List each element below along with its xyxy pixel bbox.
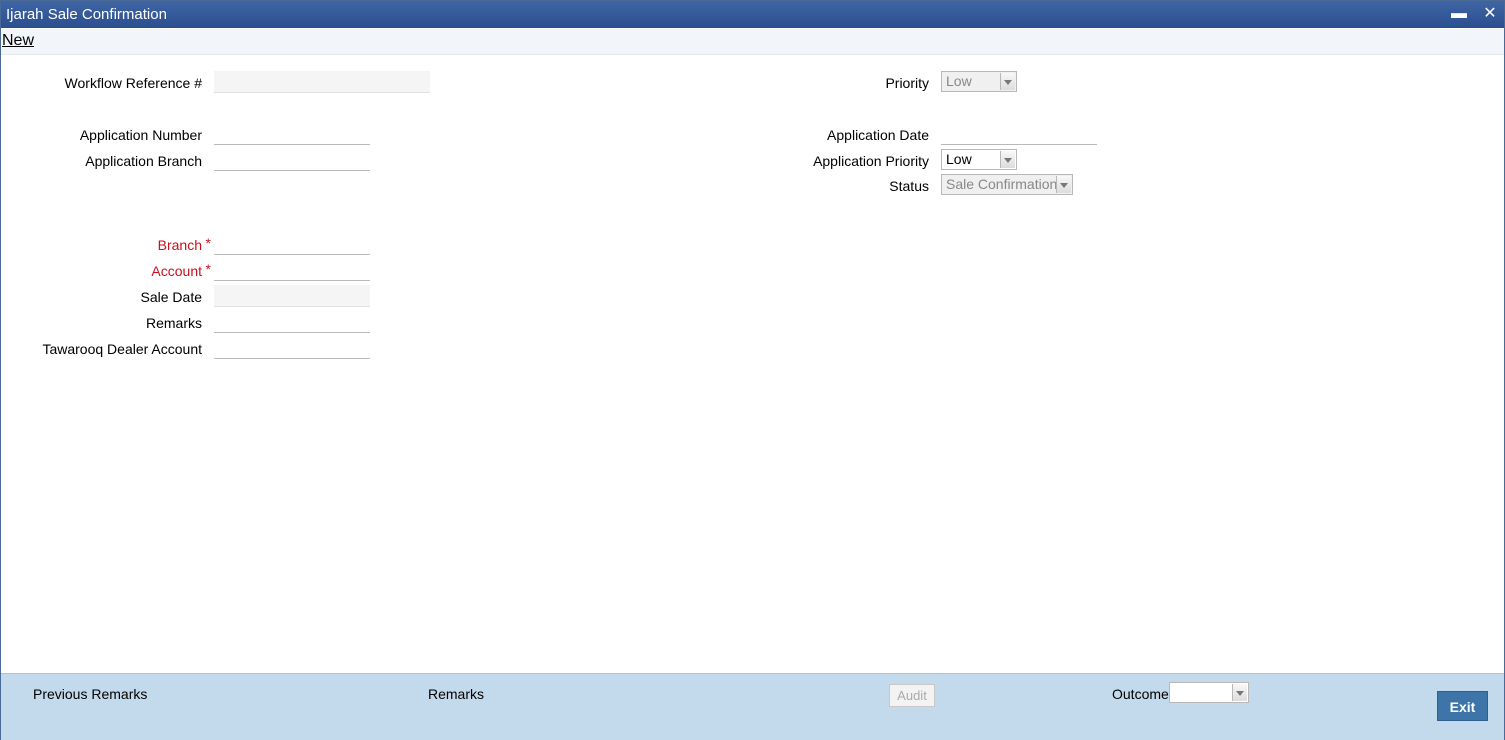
tawarooq-dealer-account-field[interactable]: [214, 337, 370, 359]
required-marker: *: [205, 235, 211, 251]
status-value: Sale Confirmation: [946, 176, 1058, 192]
priority-label: Priority: [885, 75, 929, 91]
ijarah-sale-confirmation-window: Ijarah Sale Confirmation ▬ ✕ New Workflo…: [0, 0, 1505, 740]
tawarooq-dealer-account-label: Tawarooq Dealer Account: [42, 341, 202, 357]
title-bar: Ijarah Sale Confirmation ▬ ✕: [1, 1, 1504, 28]
sale-date-label: Sale Date: [140, 289, 202, 305]
application-number-label: Application Number: [79, 127, 202, 143]
application-priority-label: Application Priority: [813, 153, 929, 169]
audit-button[interactable]: Audit: [889, 684, 935, 707]
outcome-select[interactable]: [1169, 682, 1249, 703]
workflow-reference-field[interactable]: [214, 71, 430, 93]
priority-select[interactable]: Low: [941, 71, 1017, 92]
account-label-text: Account: [151, 263, 202, 279]
remarks-field[interactable]: [214, 311, 370, 333]
chevron-down-icon: [1000, 151, 1015, 168]
footer-remarks-link[interactable]: Remarks: [428, 686, 484, 702]
chevron-down-icon: [1000, 73, 1015, 90]
close-icon[interactable]: ✕: [1481, 5, 1499, 23]
footer-bar: Previous Remarks Remarks Audit Outcome E…: [1, 673, 1504, 740]
application-date-label: Application Date: [827, 127, 929, 143]
new-link[interactable]: New: [2, 32, 34, 50]
application-priority-select[interactable]: Low: [941, 149, 1017, 170]
account-field[interactable]: [214, 259, 370, 281]
required-marker: *: [205, 261, 211, 277]
account-label: Account *: [151, 261, 211, 279]
outcome-label: Outcome: [1112, 686, 1169, 702]
branch-label: Branch *: [157, 235, 211, 253]
window-title: Ijarah Sale Confirmation: [6, 6, 167, 23]
chevron-down-icon: [1056, 176, 1071, 193]
menu-bar: New: [1, 29, 1504, 55]
sale-date-field[interactable]: [214, 285, 370, 307]
previous-remarks-link[interactable]: Previous Remarks: [33, 686, 147, 702]
application-branch-field[interactable]: [214, 149, 370, 171]
status-label: Status: [889, 178, 929, 194]
chevron-down-icon: [1232, 684, 1247, 701]
branch-label-text: Branch: [157, 237, 202, 253]
priority-value: Low: [946, 73, 972, 89]
minimize-icon[interactable]: ▬: [1450, 5, 1468, 23]
remarks-label: Remarks: [145, 315, 202, 331]
application-branch-label: Application Branch: [85, 153, 202, 169]
application-date-field[interactable]: [941, 123, 1097, 145]
workflow-reference-label: Workflow Reference #: [64, 75, 202, 91]
status-select[interactable]: Sale Confirmation: [941, 174, 1073, 195]
exit-button[interactable]: Exit: [1437, 691, 1488, 721]
application-priority-value: Low: [946, 151, 972, 167]
branch-field[interactable]: [214, 233, 370, 255]
application-number-field[interactable]: [214, 123, 370, 145]
